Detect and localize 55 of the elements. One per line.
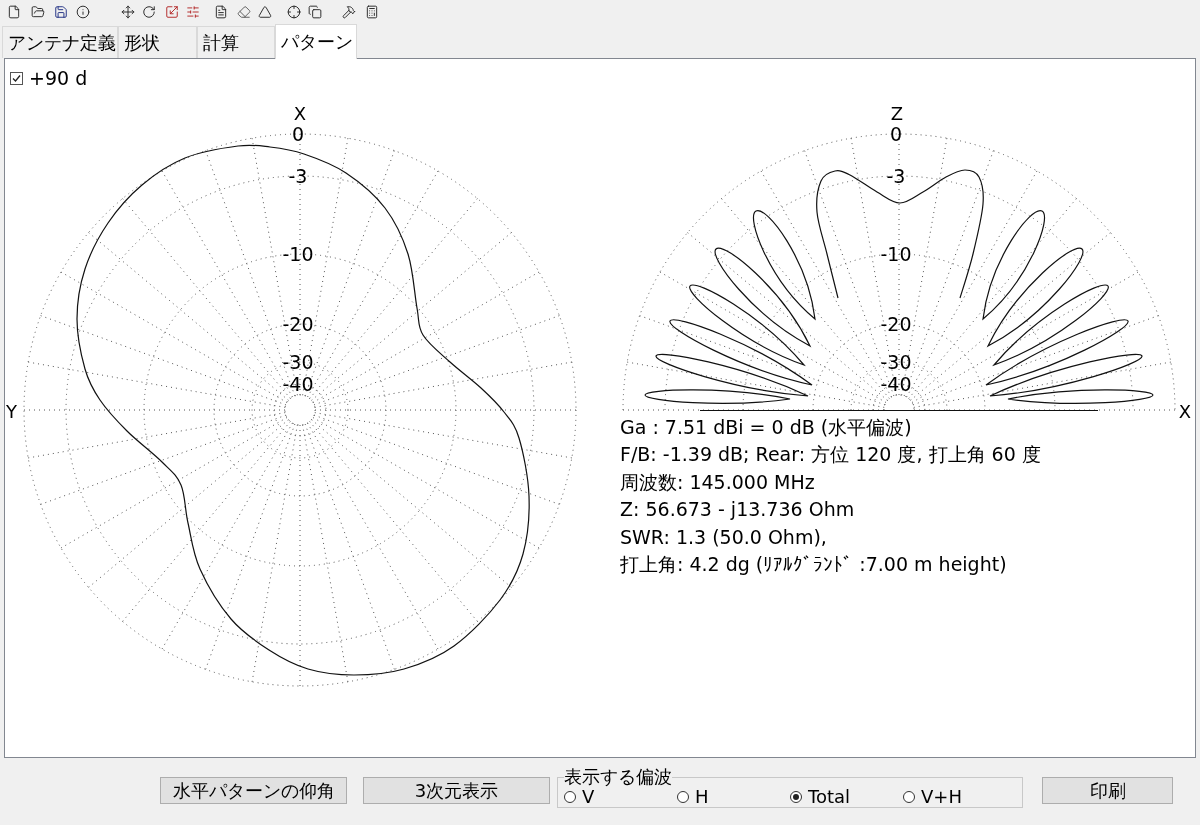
copy-icon[interactable] [308, 5, 322, 19]
result-line: 打上角: 4.2 dg (ﾘｱﾙｸﾞﾗﾝﾄﾞ :7.00 m height) [620, 552, 1007, 578]
ring-label: -40 [880, 373, 912, 395]
radio-button[interactable] [790, 791, 802, 803]
axis-label: X [293, 102, 307, 124]
tab[interactable]: パターン [275, 24, 357, 59]
ring-label: -30 [880, 351, 912, 373]
axis-label: X [1178, 400, 1191, 422]
triangle-icon[interactable] [258, 5, 272, 19]
axis-label: Y [6, 400, 17, 422]
group-title: 表示する偏波 [564, 767, 672, 787]
result-line: Ga : 7.51 dBi = 0 dB (水平偏波) [620, 415, 912, 440]
tab[interactable]: 形状 [118, 26, 197, 58]
ring-label: -20 [282, 313, 314, 335]
option-label: +90 d [29, 69, 88, 88]
new-file-icon[interactable] [7, 5, 21, 19]
ring-label: -10 [880, 243, 912, 265]
result-line: SWR: 1.3 (50.0 Ohm), [620, 524, 827, 550]
radio-label: V+H [921, 787, 962, 807]
crosshair-icon[interactable] [287, 5, 301, 19]
ring-label: 0 [889, 123, 903, 145]
tab[interactable]: アンテナ定義 [2, 26, 118, 58]
open-folder-icon[interactable] [31, 5, 45, 19]
radio-label: V [582, 787, 595, 807]
ring-label: -40 [282, 373, 314, 395]
rotate-icon[interactable] [142, 5, 156, 19]
tools-icon[interactable] [342, 5, 356, 19]
axis-label: Z [890, 102, 904, 124]
move-icon[interactable] [121, 5, 135, 19]
info-icon[interactable] [76, 5, 90, 19]
print-button[interactable]: 印刷 [1042, 777, 1173, 804]
tab[interactable]: 計算 [197, 26, 275, 58]
scale-icon[interactable] [165, 5, 179, 19]
ring-label: -3 [886, 165, 906, 187]
radio-button[interactable] [677, 791, 689, 803]
document-icon[interactable] [214, 5, 228, 19]
result-line: F/B: -1.39 dB; Rear: 方位 120 度, 打上角 60 度 [620, 442, 1041, 468]
ring-label: -10 [282, 243, 314, 265]
3d-view-button[interactable]: 3次元表示 [363, 777, 550, 804]
save-icon[interactable] [54, 5, 68, 19]
result-line: 周波数: 145.000 MHz [620, 469, 815, 495]
elevation-angle-button[interactable]: 水平パターンの仰角 [160, 777, 347, 804]
ring-label: -3 [288, 165, 308, 187]
radio-label: Total [808, 787, 851, 807]
checkbox[interactable] [10, 72, 23, 85]
result-line: Z: 56.673 - j13.736 Ohm [620, 497, 855, 523]
ring-label: -30 [282, 351, 314, 373]
eraser-icon[interactable] [237, 5, 251, 19]
ring-label: -20 [880, 313, 912, 335]
radio-button[interactable] [903, 791, 915, 803]
radio-button[interactable] [564, 791, 576, 803]
ring-label: 0 [291, 123, 305, 145]
sliders-icon[interactable] [186, 5, 200, 19]
calculator-icon[interactable] [365, 5, 379, 19]
radio-label: H [695, 787, 709, 807]
